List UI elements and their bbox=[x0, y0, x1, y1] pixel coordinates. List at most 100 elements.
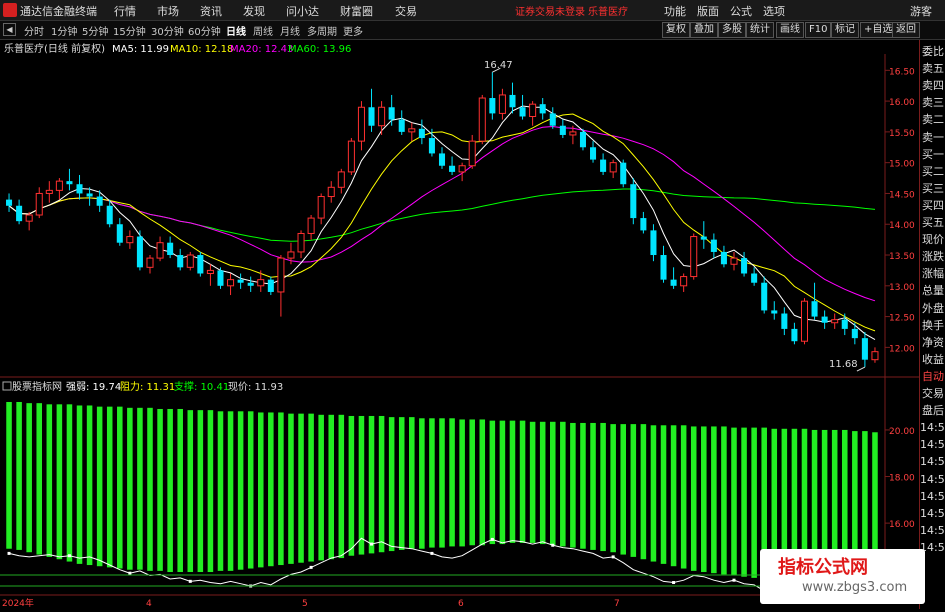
sidebar-item[interactable]: 自动 bbox=[920, 369, 945, 385]
candle-body-down bbox=[861, 338, 868, 360]
menu-item-formula[interactable]: 公式 bbox=[730, 3, 752, 19]
menu-item-ask[interactable]: 问小达 bbox=[286, 3, 319, 19]
menu-item-layout[interactable]: 版面 bbox=[697, 3, 719, 19]
indicator-bar bbox=[16, 401, 22, 550]
menu-item-trade[interactable]: 交易 bbox=[395, 3, 417, 19]
candle-body-down bbox=[600, 159, 607, 172]
indicator-point bbox=[188, 579, 192, 583]
menu-item-options[interactable]: 选项 bbox=[763, 3, 785, 19]
indicator-bar bbox=[36, 403, 43, 555]
indicator-bar bbox=[449, 418, 455, 547]
indicator-bar bbox=[237, 411, 244, 570]
low-marker bbox=[856, 366, 866, 372]
sidebar-item[interactable]: 14:50 bbox=[920, 437, 945, 453]
sidebar-item[interactable]: 14:50 bbox=[920, 420, 945, 436]
sidebar-item[interactable]: 14:50 bbox=[920, 454, 945, 470]
sidebar-item[interactable]: 14:50 bbox=[920, 489, 945, 505]
sidebar-item[interactable]: 盘后 bbox=[920, 403, 945, 419]
adjust-button[interactable]: 复权 bbox=[662, 22, 690, 38]
indicator-bar bbox=[117, 406, 123, 569]
indicator-bar bbox=[409, 417, 415, 549]
sub-chart-toggle-icon bbox=[2, 381, 12, 391]
overlay-button[interactable]: 叠加 bbox=[690, 22, 718, 38]
quote-sidebar: 委比 卖五 卖四 卖三 卖二 卖一 买一 买二 买三 买四 买五 现价 涨跌 涨幅 总量 外盘 换手 净资 收益 自动… bbox=[919, 40, 945, 609]
f10-button[interactable]: F10 bbox=[805, 22, 832, 38]
candle-body-down bbox=[16, 205, 23, 222]
ma5-label: MA5: 11.99 bbox=[112, 44, 169, 55]
period-tab-more[interactable]: 更多 bbox=[343, 23, 363, 38]
menu-item-news[interactable]: 资讯 bbox=[200, 3, 222, 19]
menu-item-function[interactable]: 功能 bbox=[664, 3, 686, 19]
candle-body-up bbox=[378, 106, 386, 127]
candle-body-up bbox=[337, 171, 345, 188]
indicator-bar bbox=[298, 413, 304, 563]
period-tab-multi[interactable]: 多周期 bbox=[307, 23, 337, 38]
x-axis-label-jun: 6 bbox=[458, 599, 464, 609]
multi-stock-button[interactable]: 多股 bbox=[718, 22, 746, 38]
candle-body-down bbox=[167, 242, 174, 256]
menu-item-wealth[interactable]: 财富圈 bbox=[340, 3, 373, 19]
sidebar-item[interactable]: 14:50 bbox=[920, 506, 945, 522]
sidebar-item: 收益 bbox=[922, 352, 944, 366]
period-tab-intraday[interactable]: 分时 bbox=[24, 23, 44, 38]
sidebar-item[interactable]: 14:50 bbox=[920, 523, 945, 539]
back-button[interactable]: 返回 bbox=[892, 22, 920, 38]
period-tab-15min[interactable]: 15分钟 bbox=[113, 23, 146, 38]
indicator-bar bbox=[670, 425, 677, 567]
sidebar-item[interactable]: 14:50 bbox=[920, 472, 945, 488]
candle-body-up bbox=[287, 251, 295, 259]
menu-item-quotes[interactable]: 行情 bbox=[114, 3, 136, 19]
statistics-button[interactable]: 统计 bbox=[746, 22, 774, 38]
candle-body-up bbox=[45, 189, 53, 194]
period-tab-1min[interactable]: 1分钟 bbox=[51, 23, 77, 38]
candle-body-down bbox=[640, 218, 647, 231]
indicator-bar bbox=[630, 424, 637, 557]
indicator-bar bbox=[318, 414, 324, 561]
chart-canvas[interactable]: 16.50 16.00 15.50 15.00 14.50 14.00 13.50 13.00… bbox=[0, 40, 919, 609]
indicator-bar bbox=[278, 412, 284, 566]
indicator-point bbox=[67, 554, 71, 558]
candle-body-down bbox=[761, 282, 768, 311]
candle-body-up bbox=[609, 162, 617, 173]
indicator-point bbox=[430, 551, 434, 555]
draw-line-button[interactable]: 画线 bbox=[776, 22, 804, 38]
indicator-bar bbox=[419, 418, 425, 549]
sidebar-item[interactable]: 交易 bbox=[920, 386, 945, 402]
sidebar-item: 涨跌 bbox=[922, 250, 944, 264]
candle-body-down bbox=[418, 128, 425, 139]
sidebar-item: 卖四 bbox=[922, 79, 944, 93]
period-tab-30min[interactable]: 30分钟 bbox=[151, 23, 184, 38]
candle-body-down bbox=[660, 255, 667, 280]
app-title: 通达信金融终端 bbox=[20, 5, 97, 18]
indicator-bar bbox=[439, 418, 445, 548]
indicator-bar bbox=[56, 404, 63, 560]
indicator-bar bbox=[328, 414, 335, 560]
user-guest[interactable]: 游客 bbox=[910, 3, 932, 19]
candle-body-up bbox=[146, 257, 154, 268]
menu-item-discover[interactable]: 发现 bbox=[243, 3, 265, 19]
menu-item-market[interactable]: 市场 bbox=[157, 3, 179, 19]
period-tab-5min[interactable]: 5分钟 bbox=[82, 23, 108, 38]
candle-body-down bbox=[368, 107, 375, 126]
nav-prev-icon[interactable]: ◀ bbox=[3, 23, 16, 36]
high-annotation: 16.47 bbox=[484, 60, 513, 71]
period-tab-daily[interactable]: 日线 bbox=[226, 23, 246, 38]
mark-button[interactable]: 标记 bbox=[831, 22, 859, 38]
period-tab-60min[interactable]: 60分钟 bbox=[188, 23, 221, 38]
indicator-point bbox=[611, 555, 615, 559]
candle-body-up bbox=[206, 269, 214, 274]
add-watchlist-button[interactable]: +自选 bbox=[860, 22, 897, 38]
candle-body-down bbox=[791, 328, 798, 342]
period-tab-monthly[interactable]: 月线 bbox=[280, 23, 300, 38]
candle-body-down bbox=[670, 279, 677, 286]
candle-body-up bbox=[498, 94, 506, 114]
candle-body-down bbox=[559, 125, 566, 135]
period-toolbar: ◀ 分时 1分钟 5分钟 15分钟 30分钟 60分钟 日线 周线 月线 多周期… bbox=[0, 21, 945, 40]
login-warning[interactable]: 证券交易未登录 bbox=[515, 3, 585, 18]
period-tab-weekly[interactable]: 周线 bbox=[253, 23, 273, 38]
sidebar-item: 买三 bbox=[922, 181, 944, 195]
ma60-label: MA60: 13.96 bbox=[288, 44, 351, 55]
chart-area[interactable]: 16.50 16.00 15.50 15.00 14.50 14.00 13.50 13.00… bbox=[0, 40, 919, 609]
sidebar-item: 买四 bbox=[922, 198, 944, 212]
indicator-bar bbox=[96, 406, 103, 567]
